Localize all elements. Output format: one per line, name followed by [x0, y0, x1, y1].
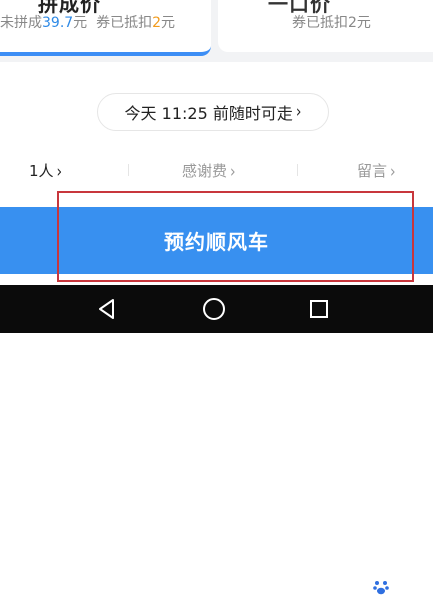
solo-fare-card[interactable]: 一口价 券已抵扣2元 — [218, 0, 433, 52]
message-option[interactable]: 留言 › — [357, 160, 396, 182]
watermark-url: jingyan.baidu.com — [342, 601, 433, 612]
carpool-fare-unit: 元 — [73, 15, 88, 31]
thank-fee-option[interactable]: 感谢费 › — [182, 160, 236, 182]
carpool-coupon-amount: 2 — [152, 15, 161, 31]
passenger-count-option[interactable]: 1人 › — [29, 160, 63, 182]
home-circle-icon — [203, 298, 225, 320]
carpool-fare-line: 未拼成39.7元 券已抵扣2元 — [0, 12, 175, 32]
back-triangle-icon — [99, 299, 114, 319]
carpool-fare-card[interactable]: 拼成价 未拼成39.7元 券已抵扣2元 — [0, 0, 211, 56]
chevron-right-icon: › — [230, 162, 236, 182]
paw-logo-icon — [371, 577, 391, 597]
android-nav-bar: Bai 经验 jingyan.baidu.com — [0, 285, 433, 612]
chevron-right-icon: › — [390, 162, 396, 182]
divider — [297, 164, 298, 176]
thank-fee-label: 感谢费 — [182, 162, 228, 180]
carpool-coupon-prefix: 券已抵扣 — [96, 15, 153, 31]
chevron-right-icon: › — [56, 162, 63, 182]
trip-options-row: 1人 › 感谢费 › 留言 › — [0, 155, 433, 185]
departure-time-selector[interactable]: 今天 11:25 前随时可走 › — [97, 93, 329, 131]
book-ride-label: 预约顺风车 — [164, 230, 269, 254]
carpool-fare-prefix: 未拼成 — [0, 15, 42, 31]
departure-time-label: 今天 11:25 前随时可走 — [124, 104, 293, 123]
fare-cards-area: 拼成价 未拼成39.7元 券已抵扣2元 一口价 券已抵扣2元 — [0, 0, 433, 62]
chevron-right-icon: › — [295, 102, 302, 122]
back-button[interactable] — [92, 294, 122, 324]
carpool-fare-amount: 39.7 — [42, 15, 74, 31]
solo-coupon-text: 券已抵扣2元 — [292, 15, 371, 31]
passenger-count-label: 1人 — [29, 162, 54, 180]
recent-square-icon — [310, 300, 328, 318]
book-ride-button[interactable]: 预约顺风车 — [0, 207, 433, 274]
divider — [128, 164, 129, 176]
recent-apps-button[interactable] — [304, 294, 334, 324]
home-button[interactable] — [199, 294, 229, 324]
message-label: 留言 — [357, 162, 388, 180]
carpool-coupon-unit: 元 — [161, 15, 175, 31]
baidu-jingyan-watermark: Bai 经验 jingyan.baidu.com — [330, 572, 433, 616]
